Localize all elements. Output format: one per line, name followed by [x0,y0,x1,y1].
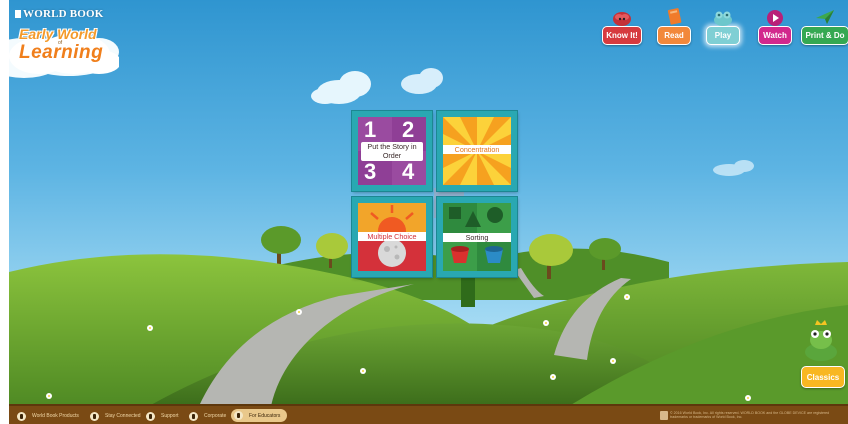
play-button[interactable]: Play [706,26,740,45]
nav-know-it[interactable]: Know It! [602,6,642,45]
buckets-icon [451,246,503,263]
sun-icon [370,205,414,233]
tree [261,226,301,265]
nav-print-do[interactable]: Print & Do [801,6,848,45]
app-frame: WORLD BOOK Early World of Learning Know … [9,0,848,424]
footer-bar: World Book Products Stay Connected Suppo… [9,404,848,424]
frog-icon [714,11,732,26]
play-icon [767,10,783,26]
number-3: 3 [364,159,377,184]
info-icon [90,411,99,421]
footer-link-support[interactable]: Support [146,410,179,422]
nav-play[interactable]: Play [703,6,743,45]
nav-watch[interactable]: Watch [755,6,795,45]
cloud [401,68,443,94]
footer-link-for-educators[interactable]: For Educators [231,409,288,422]
info-icon [234,411,243,420]
game-tile-multiple-choice[interactable]: Multiple Choice [352,197,432,277]
print-and-do-button[interactable]: Print & Do [801,26,848,45]
info-icon [146,411,155,421]
number-1: 1 [364,117,377,142]
game-title: Concentration [443,145,511,154]
footer-link-corporate[interactable]: Corporate [189,410,226,422]
game-title: Multiple Choice [358,232,426,241]
know-it-button[interactable]: Know It! [602,26,642,45]
game-tile-concentration[interactable]: Concentration [437,111,517,191]
globe-icon [15,10,21,18]
world-book-logo-icon [660,411,668,420]
number-4: 4 [402,159,415,184]
shapes-icon [449,207,503,227]
copyright-text: © 2016 World Book, Inc. All rights reser… [670,411,830,420]
info-icon [17,411,26,421]
read-button[interactable]: Read [657,26,691,45]
cloud [311,71,371,104]
app-title-line2: Learning [19,42,104,63]
game-tile-put-the-story-in-order[interactable]: 1 2 3 4 Put the Story in Order [352,111,432,191]
book-icon [667,8,682,25]
brain-icon [613,12,631,26]
nav-read[interactable]: Read [654,6,694,45]
game-tile-sorting[interactable]: Sorting [437,197,517,277]
number-2: 2 [402,117,415,142]
watch-button[interactable]: Watch [758,26,792,45]
paper-airplane-icon [816,10,834,24]
classics-button[interactable]: Classics [801,366,845,388]
game-title: Put the Story in Order [361,142,423,161]
footer-link-stay-connected[interactable]: Stay Connected [90,410,141,422]
cloud [713,160,754,176]
game-title: Sorting [443,233,511,242]
footer-link-world-book-products[interactable]: World Book Products [17,410,79,422]
info-icon [189,411,198,421]
